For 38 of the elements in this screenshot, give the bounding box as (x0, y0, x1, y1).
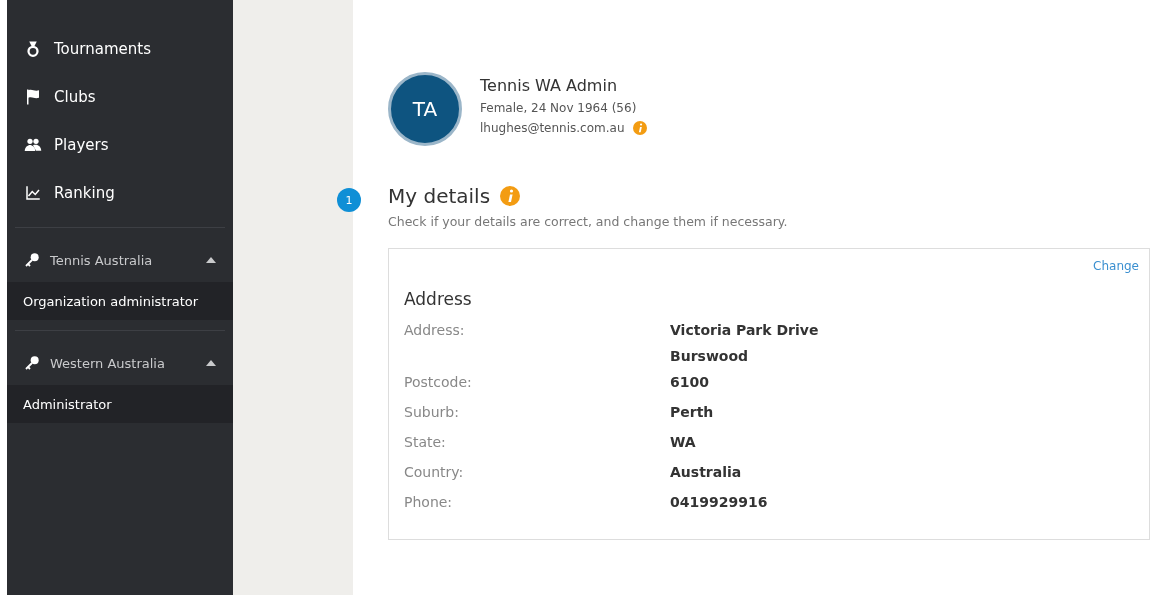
role-item[interactable]: Organization administrator (7, 282, 233, 320)
field-value: Victoria Park Drive (670, 321, 820, 340)
chart-icon (24, 184, 42, 202)
people-icon (24, 136, 42, 154)
field-value: Burswood (670, 347, 750, 366)
field-label: Suburb: (404, 403, 460, 422)
sidebar-item[interactable]: Ranking (7, 169, 233, 217)
field-value: 0419929916 (670, 493, 769, 512)
key-icon (24, 355, 40, 371)
sidebar-item[interactable]: Clubs (7, 73, 233, 121)
card-heading: Address (404, 289, 473, 309)
section-title: My details (388, 184, 491, 208)
profile-details: Female, 24 Nov 1964 (56) (480, 100, 637, 115)
field-label: Country: (404, 463, 465, 482)
key-icon (24, 252, 40, 268)
field-value: Australia (670, 463, 743, 482)
field-value: Perth (670, 403, 715, 422)
step-number: 1 (337, 188, 361, 212)
info-icon[interactable] (632, 120, 647, 135)
field-label: Phone: (404, 493, 454, 512)
sidebar-item[interactable]: Players (7, 121, 233, 169)
flag-icon (24, 88, 42, 106)
sidebar-group[interactable]: Western Australia (7, 341, 233, 385)
medal-icon (24, 40, 42, 58)
section-subtitle: Check if your details are correct, and change them if necessary. (388, 214, 789, 229)
sidebar-item[interactable]: Tournaments (7, 25, 233, 73)
avatar: TA (388, 72, 462, 146)
change-link[interactable]: Change (1093, 259, 1139, 273)
field-value: 6100 (670, 373, 710, 392)
field-label: Address: (404, 321, 466, 340)
info-icon[interactable] (500, 186, 521, 206)
field-label: State: (404, 433, 447, 452)
profile-email: lhughes@tennis.com.au (480, 120, 625, 135)
sidebar-group[interactable]: Tennis Australia (7, 238, 233, 282)
field-label: Postcode: (404, 373, 473, 392)
profile-name: Tennis WA Admin (480, 75, 618, 95)
role-item[interactable]: Administrator (7, 385, 233, 423)
field-value: WA (670, 433, 697, 452)
